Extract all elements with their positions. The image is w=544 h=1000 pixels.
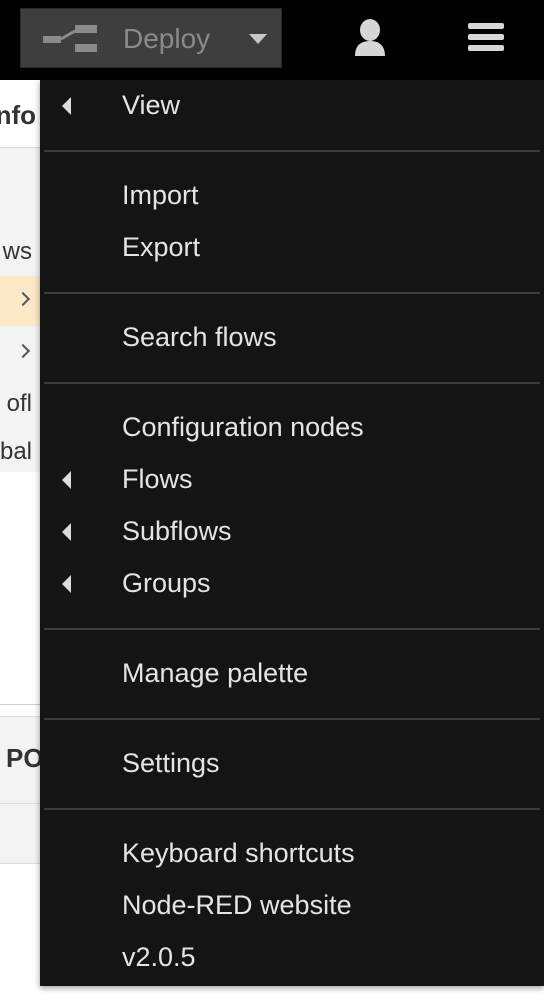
chevron-right-icon[interactable] xyxy=(15,291,31,307)
tree-row-label: ws xyxy=(2,238,32,265)
menu-item-label: Flows xyxy=(122,464,193,494)
caret-left-icon xyxy=(62,575,71,593)
menu-item-label: Export xyxy=(122,232,201,262)
caret-left-icon xyxy=(62,471,71,489)
menu-item-label: Node-RED website xyxy=(122,890,352,920)
menu-item-groups[interactable]: Groups xyxy=(40,560,544,610)
menu-item-node-red-website[interactable]: Node-RED website xyxy=(40,882,544,932)
menu-divider xyxy=(44,150,540,152)
sidebar-section-title: PO xyxy=(6,743,44,773)
menu-item-label: Groups xyxy=(122,568,211,598)
menu-divider xyxy=(44,808,540,810)
menu-item-configuration-nodes[interactable]: Configuration nodes xyxy=(40,404,544,454)
menu-item-label: v2.0.5 xyxy=(122,942,196,972)
menu-divider xyxy=(44,628,540,630)
menu-item-label: Keyboard shortcuts xyxy=(122,838,355,868)
menu-divider xyxy=(44,382,540,384)
menu-item-view[interactable]: View xyxy=(40,82,544,132)
menu-item-export[interactable]: Export xyxy=(40,224,544,274)
menu-item-label: Configuration nodes xyxy=(122,412,364,442)
deploy-label: Deploy xyxy=(123,23,211,54)
hamburger-menu-icon xyxy=(468,23,504,51)
deploy-button[interactable]: Deploy xyxy=(20,8,282,68)
menu-item-label: Search flows xyxy=(122,322,277,352)
menu-item-keyboard-shortcuts[interactable]: Keyboard shortcuts xyxy=(40,830,544,880)
menu-item-subflows[interactable]: Subflows xyxy=(40,508,544,558)
deploy-icon xyxy=(43,25,97,52)
caret-left-icon xyxy=(62,97,71,115)
menu-item-label: View xyxy=(122,90,181,120)
main-menu-button[interactable] xyxy=(456,8,516,68)
menu-item-version[interactable]: v2.0.5 xyxy=(40,934,544,984)
tree-row-label: obal xyxy=(0,438,32,465)
menu-item-label: Manage palette xyxy=(122,658,309,688)
main-menu-dropdown: View Import Export Search flows Configur… xyxy=(40,80,544,986)
user-button[interactable] xyxy=(340,8,400,68)
tree-row-label: ofl xyxy=(6,390,32,417)
chevron-down-icon[interactable] xyxy=(249,34,267,44)
sidebar-tab-label: nfo xyxy=(0,100,36,130)
caret-left-icon xyxy=(62,523,71,541)
menu-item-label: Subflows xyxy=(122,516,232,546)
menu-divider xyxy=(44,292,540,294)
menu-item-manage-palette[interactable]: Manage palette xyxy=(40,650,544,700)
menu-item-import[interactable]: Import xyxy=(40,172,544,222)
user-icon xyxy=(355,19,385,56)
menu-item-search-flows[interactable]: Search flows xyxy=(40,314,544,364)
menu-item-label: Import xyxy=(122,180,199,210)
header-bar: Deploy xyxy=(0,0,544,80)
menu-item-label: Settings xyxy=(122,748,220,778)
menu-item-flows[interactable]: Flows xyxy=(40,456,544,506)
menu-divider xyxy=(44,718,540,720)
menu-item-settings[interactable]: Settings xyxy=(40,740,544,790)
chevron-right-icon[interactable] xyxy=(15,343,31,359)
